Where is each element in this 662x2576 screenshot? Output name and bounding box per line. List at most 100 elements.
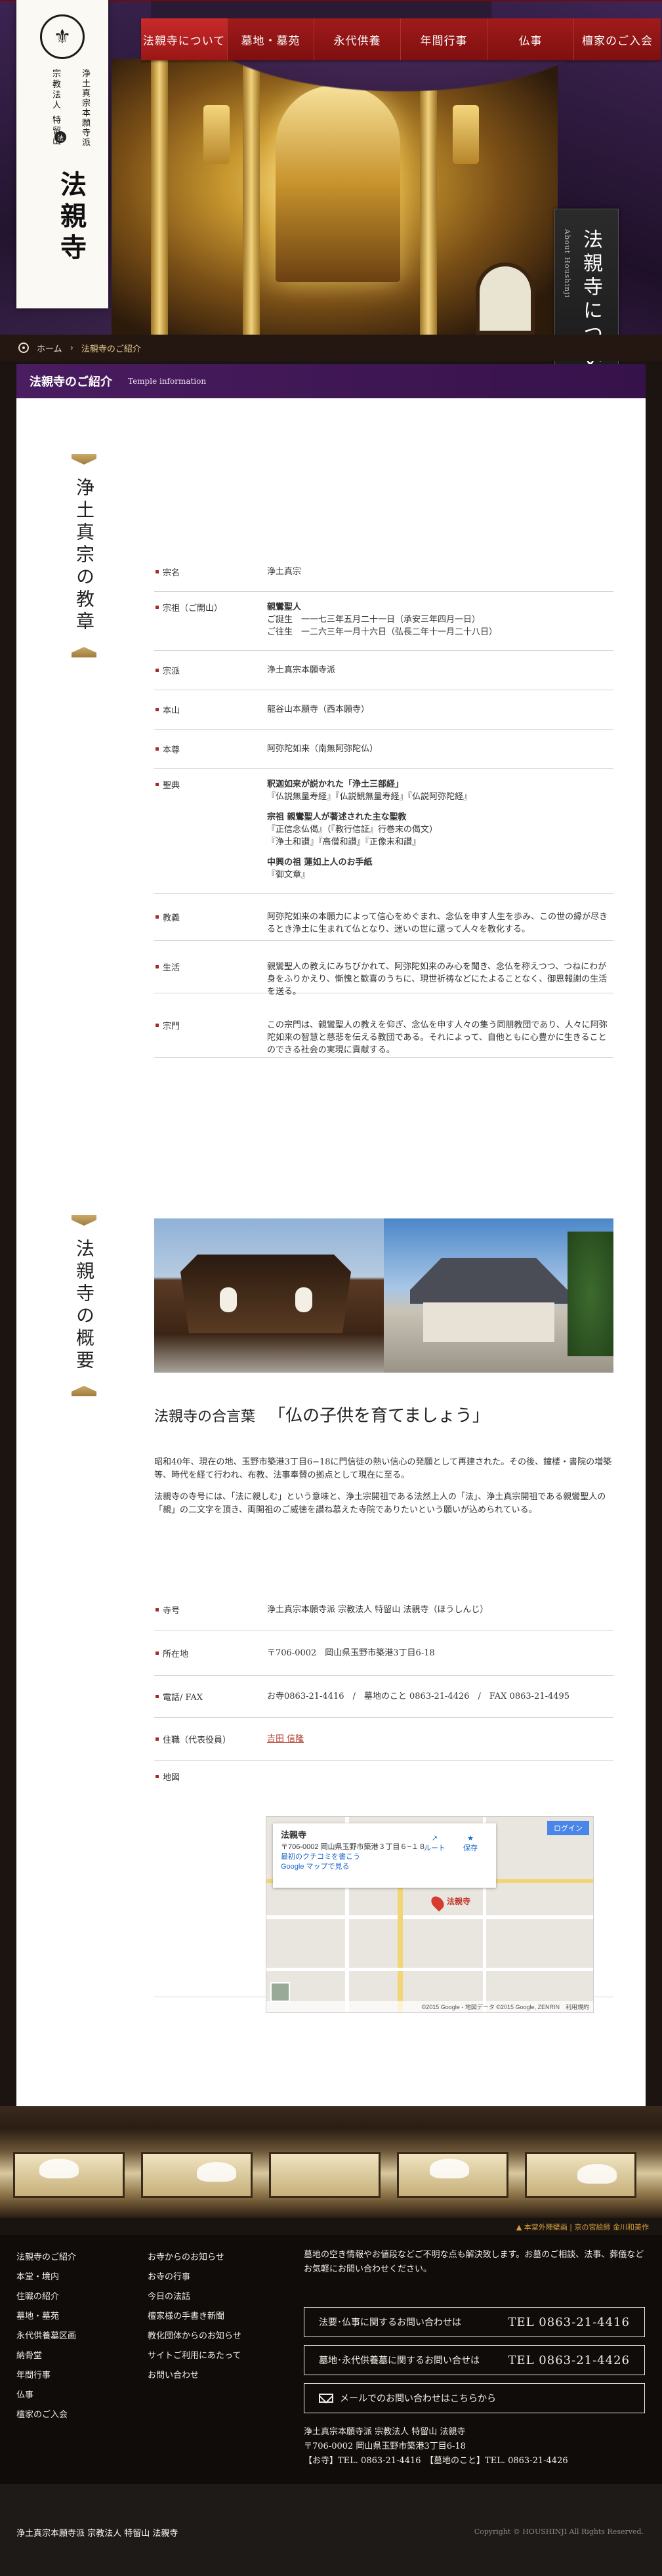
map-review-link[interactable]: 最初のクチコミを書こう xyxy=(281,1852,488,1862)
contact-cemetery-label: 墓地･永代供養墓に関するお問い合せは xyxy=(319,2356,480,2366)
nav-eternal-memorial[interactable]: 永代供養 xyxy=(314,18,401,60)
main-content: 浄土真宗の教章 宗名 浄土真宗宗祖（ご開山） 親鸞聖人 ご誕生 一一七三年五月二十一日… xyxy=(16,398,646,2106)
teaching-side-title: 浄土真宗の教章 xyxy=(68,454,100,657)
google-map[interactable]: 法親寺 法親寺 〒706-0002 岡山県玉野市築港３丁目６−１８ 最初のクチコ… xyxy=(266,1816,594,2013)
crest-icon: ⚜ xyxy=(40,14,85,59)
logo-name: 法親寺 xyxy=(56,171,87,265)
nav-buddhist-services[interactable]: 仏事 xyxy=(487,18,574,60)
motto: 法親寺の合言葉 「仏の子供を育てましょう」 xyxy=(154,1402,489,1426)
row-value-line: 『正信念仏偈』（『教行信証』行巻末の偈文） xyxy=(267,825,438,835)
row-value: 親鸞聖人の教えにみちびかれて、阿弥陀如来のみ心を聞き、念仏を称えつつ、つねにわが… xyxy=(267,961,608,998)
footer-link[interactable]: 永代供養墓区画 xyxy=(16,2327,76,2346)
teaching-row: 教義 阿弥陀如来の本願力によって信心をめぐまれ、念仏を申す人生を歩み、この世の縁が… xyxy=(154,894,613,941)
footer-link[interactable]: 納骨堂 xyxy=(16,2346,76,2366)
map-save-button[interactable]: ★ 保存 xyxy=(463,1834,478,1854)
map-place-name: 法親寺 xyxy=(281,1830,307,1840)
nav-about[interactable]: 法親寺について xyxy=(141,18,228,60)
row-value-line: 阿弥陀如来（南無阿弥陀仏） xyxy=(267,744,379,754)
contact-mail[interactable]: メールでのお問い合わせはこちらから xyxy=(304,2383,645,2413)
row-value-line: 釈迦如来が説かれた「浄土三部経」 xyxy=(267,779,404,789)
ornament-top-icon xyxy=(72,1215,96,1226)
contact-temple-label: 法要･仏事に関するお問い合わせは xyxy=(319,2317,461,2328)
map-satellite-toggle[interactable] xyxy=(270,1982,290,2002)
row-value-line: ご誕生 一一七三年五月二十一日（承安三年四月一日） xyxy=(267,615,481,625)
footer-link[interactable]: お寺からのお知らせ xyxy=(148,2248,241,2268)
contact-cemetery[interactable]: 墓地･永代供養墓に関するお問い合せは TEL 0863-21-4426 xyxy=(304,2345,645,2375)
nav-events[interactable]: 年間行事 xyxy=(401,18,487,60)
footer-link[interactable]: 年間行事 xyxy=(16,2366,76,2386)
map-open-link[interactable]: Google マップで見る xyxy=(281,1862,488,1872)
row-value: 釈迦如来が説かれた「浄土三部経」『仏説無量寿経』『仏説観無量寿経』『仏説阿弥陀経… xyxy=(267,778,608,881)
footer-link[interactable]: 檀家様の手書き新聞 xyxy=(148,2307,241,2327)
row-value-line: 中興の祖 蓮如上人のお手紙 xyxy=(267,858,373,867)
row-value: 浄土真宗本願寺派 宗教法人 特留山 法親寺（ほうしんじ） xyxy=(267,1605,489,1615)
row-value: この宗門は、親鸞聖人の教えを仰ぎ、念仏を申す人々の集う同朋教団であり、人々に阿弥… xyxy=(267,1019,608,1056)
contact-mail-label: メールでのお問い合わせはこちらから xyxy=(340,2394,496,2404)
row-value-line xyxy=(267,803,608,811)
home-icon xyxy=(18,343,29,353)
star-icon: ★ xyxy=(467,1835,474,1842)
temple-hall-photo xyxy=(384,1218,613,1373)
contact-temple[interactable]: 法要･仏事に関するお問い合わせは TEL 0863-21-4416 xyxy=(304,2307,645,2337)
mural-band xyxy=(0,2106,662,2218)
priest-link[interactable]: 吉田 信隆 xyxy=(267,1733,608,1745)
footer-link[interactable]: 本堂・境内 xyxy=(16,2268,76,2287)
overview-row: 電話/ FAX お寺0863-21-4416 / 墓地のこと 0863-21-44… xyxy=(154,1676,613,1718)
map-pin-icon[interactable] xyxy=(428,1894,447,1912)
row-label: 本尊 xyxy=(155,743,180,755)
overview-row: 寺号 浄土真宗本願寺派 宗教法人 特留山 法親寺（ほうしんじ） xyxy=(154,1589,613,1631)
map-login-button[interactable]: ログイン xyxy=(547,1821,589,1835)
footer-link[interactable]: お問い合わせ xyxy=(148,2366,241,2386)
row-value-line: 『仏説無量寿経』『仏説観無量寿経』『仏説阿弥陀経』 xyxy=(267,792,472,802)
row-label: 聖典 xyxy=(155,778,180,791)
temple-gate-photo xyxy=(154,1218,384,1373)
logo-mark-icon: 法 xyxy=(54,131,66,143)
ornament-top-icon xyxy=(72,454,96,465)
footer-link[interactable]: 法親寺のご紹介 xyxy=(16,2248,76,2268)
overview-title: 法親寺の概要 xyxy=(73,1239,95,1373)
row-value: 浄土真宗 xyxy=(267,566,608,578)
footer-address-name: 浄土真宗本願寺派 宗教法人 特留山 法親寺 xyxy=(304,2427,466,2437)
row-value: 浄土真宗本願寺派 xyxy=(267,664,608,676)
map-credit: ©2015 Google - 地図データ ©2015 Google, ZENRI… xyxy=(266,2001,593,2012)
breadcrumb-home[interactable]: ホーム xyxy=(37,342,62,354)
row-value-line: ご往生 一二六三年一月十六日（弘長二年十一月二十八日） xyxy=(267,627,498,637)
footer-link[interactable]: サイトご利用にあたって xyxy=(148,2346,241,2366)
map-address: 〒706-0002 岡山県玉野市築港３丁目６−１８ xyxy=(281,1843,426,1851)
map-info-card: 法親寺 〒706-0002 岡山県玉野市築港３丁目６−１８ 最初のクチコミを書こ… xyxy=(273,1823,496,1888)
teaching-row: 宗祖（ご開山） 親鸞聖人 ご誕生 一一七三年五月二十一日（承安三年四月一日） ご往生 … xyxy=(154,592,613,651)
footer-link[interactable]: 教化団体からのお知らせ xyxy=(148,2327,241,2346)
row-value: 龍谷山本願寺（西本願寺） xyxy=(267,703,608,716)
teaching-row: 本山 龍谷山本願寺（西本願寺） xyxy=(154,690,613,730)
row-label: 電話/ FAX xyxy=(155,1690,203,1703)
teaching-row: 宗派 浄土真宗本願寺派 xyxy=(154,651,613,690)
map-route-button[interactable]: ↗ ルート xyxy=(424,1834,445,1854)
row-value: 親鸞聖人 ご誕生 一一七三年五月二十一日（承安三年四月一日） ご往生 一二六三年一月… xyxy=(267,601,608,638)
breadcrumb-separator: › xyxy=(70,343,73,353)
row-label: 宗祖（ご開山） xyxy=(155,601,222,613)
row-value-line: 『浄土和讃』『高僧和讃』『正像末和讃』 xyxy=(267,837,421,847)
row-value: 〒706-0002 岡山県玉野市築港3丁目6-18 xyxy=(267,1648,435,1658)
footer-address-tel: 【お寺】TEL. 0863-21-4416 【墓地のこと】TEL. 0863-2… xyxy=(304,2456,568,2466)
teaching-row: 宗名 浄土真宗 xyxy=(154,552,613,592)
footer-link[interactable]: お寺の行事 xyxy=(148,2268,241,2287)
footer-link[interactable]: 今日の法話 xyxy=(148,2287,241,2307)
ornament-bottom-icon xyxy=(72,1386,96,1396)
row-value: 阿弥陀如来（南無阿弥陀仏） xyxy=(267,743,608,755)
row-value-line: 宗祖 親鸞聖人が著述された主な聖教 xyxy=(267,812,407,822)
footer-link[interactable]: 仏事 xyxy=(16,2386,76,2405)
row-value-line: 『御文章』 xyxy=(267,870,310,880)
row-value: お寺0863-21-4416 / 墓地のこと 0863-21-4426 / FA… xyxy=(267,1692,570,1701)
footer-link[interactable]: 檀家のご入会 xyxy=(16,2405,76,2425)
footer-address: 浄土真宗本願寺派 宗教法人 特留山 法親寺 〒706-0002 岡山県玉野市築港… xyxy=(304,2425,568,2468)
row-value-line: 浄土真宗 xyxy=(267,567,302,577)
nav-membership[interactable]: 檀家のご入会 xyxy=(574,18,661,60)
footer-link[interactable]: 住職の紹介 xyxy=(16,2287,76,2307)
footer-link[interactable]: 墓地・墓苑 xyxy=(16,2307,76,2327)
mail-icon xyxy=(319,2394,333,2403)
row-label: 住職（代表役員） xyxy=(155,1733,231,1745)
nav-cemetery[interactable]: 墓地・墓苑 xyxy=(228,18,314,60)
row-label: 教義 xyxy=(155,911,180,923)
site-logo[interactable]: ⚜ 浄土真宗本願寺派 宗教法人 特留山 法 法親寺 xyxy=(16,0,108,308)
row-label: 本山 xyxy=(155,703,180,716)
